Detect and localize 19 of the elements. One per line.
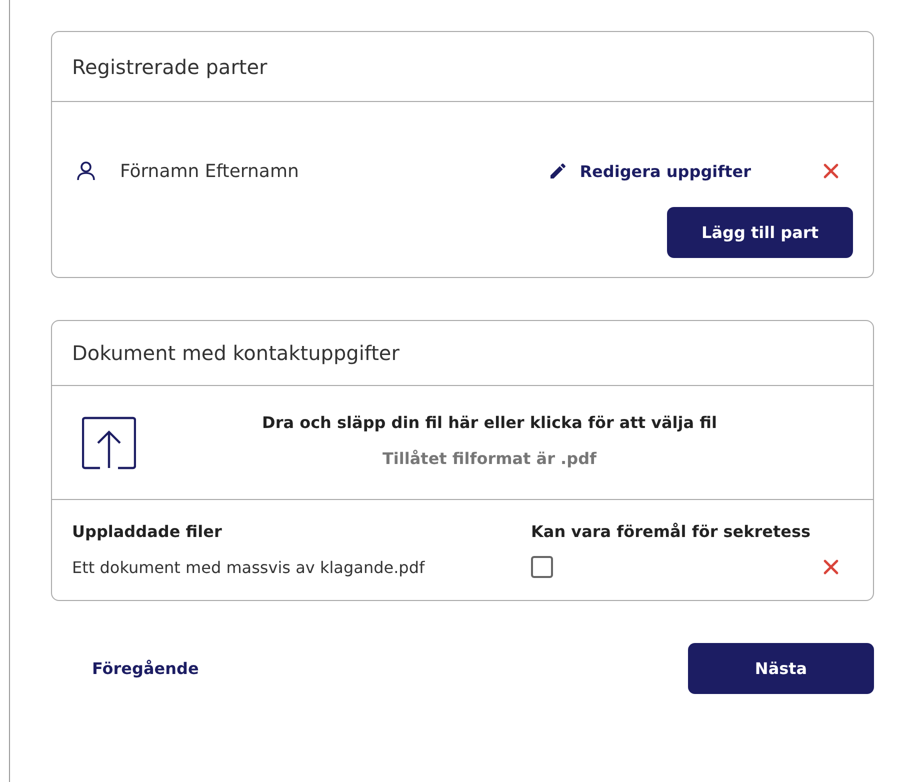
column-header: Uppladdade filer (72, 522, 223, 541)
edit-link[interactable]: Redigera uppgifter (580, 162, 751, 180)
column-header: Kan vara föremål för sekretess (531, 522, 812, 541)
file-format-hint: Tillåtet filformat är .pdf (382, 449, 596, 468)
file-name: Ett dokument med massvis av klagande.pdf (72, 558, 426, 576)
checkbox[interactable] (531, 556, 553, 578)
upload-icon[interactable] (82, 416, 136, 470)
add-party-button[interactable]: Lägg till part (667, 207, 853, 258)
party-name: Förnamn Efternamn (120, 160, 300, 182)
person-icon (76, 161, 96, 181)
section-title: Registrerade parter (72, 54, 268, 78)
close-icon[interactable] (823, 559, 839, 575)
next-button[interactable]: Nästa (688, 643, 874, 694)
section-title: Dokument med kontaktuppgifter (72, 341, 400, 365)
pencil-icon[interactable] (548, 161, 568, 181)
previous-link[interactable]: Föregående (92, 659, 199, 678)
file-dropzone[interactable]: Dra och släpp din fil här eller klicka för att välja fil Tillåtet filformat är .pdf (52, 386, 873, 500)
close-icon[interactable] (823, 163, 839, 179)
dropzone-instruction: Dra och släpp din fil här eller klicka för att välja fil (262, 413, 717, 432)
